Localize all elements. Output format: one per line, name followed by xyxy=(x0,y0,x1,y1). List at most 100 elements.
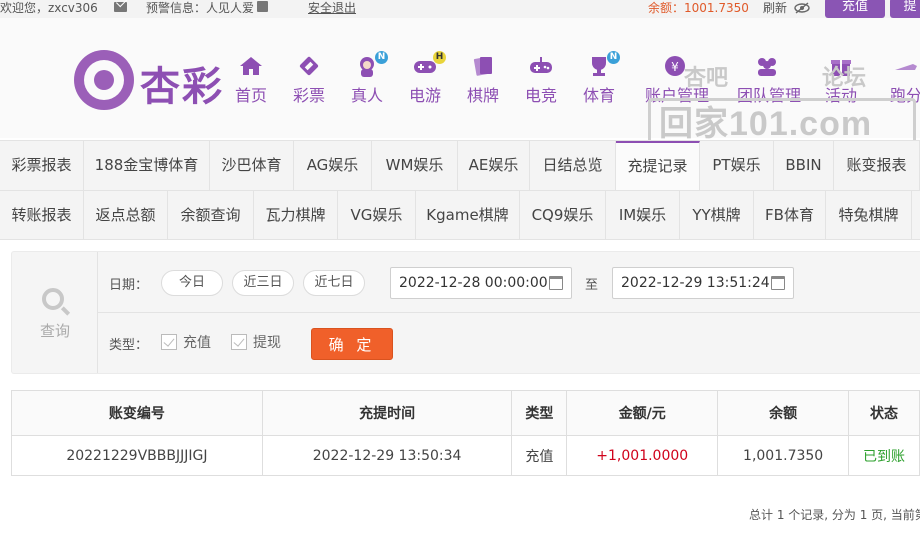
cell-time: 2022-12-29 13:50:34 xyxy=(261,435,513,476)
withdraw-button[interactable]: 提 xyxy=(890,0,920,18)
watermark-top-left: 杏吧 xyxy=(684,66,729,91)
end-date-input[interactable]: 2022-12-29 13:51:24 xyxy=(612,267,794,299)
nav-slots[interactable]: H 电游 xyxy=(397,51,453,106)
top-bar: 欢迎您，zxcv306 预警信息：人见人爱 安全退出 余额：1001.7350 … xyxy=(0,0,920,18)
tab-pt[interactable]: PT娱乐 xyxy=(700,141,774,190)
badge-new: N xyxy=(607,51,620,64)
trophy-icon: N xyxy=(584,51,620,80)
tab-wm[interactable]: WM娱乐 xyxy=(372,141,458,190)
table-header-row: 账变编号 充提时间 类型 金额/元 余额 状态 xyxy=(11,390,920,436)
nav-lottery[interactable]: 彩票 xyxy=(281,54,337,106)
pagination-summary: 总计 1 个记录, 分为 1 页, 当前第 xyxy=(749,508,920,522)
tab-wali[interactable]: 瓦力棋牌 xyxy=(254,191,338,240)
nav-label: 体育 xyxy=(582,86,615,105)
quick-7days-button[interactable]: 近七日 xyxy=(303,270,365,296)
tab-saba[interactable]: 沙巴体育 xyxy=(210,141,294,190)
tabs-row-1: 彩票报表 188金宝博体育 沙巴体育 AG娱乐 WM娱乐 AE娱乐 日结总览 充… xyxy=(0,141,920,191)
nav-label: 彩票 xyxy=(292,86,325,105)
nav-label: 电游 xyxy=(408,86,441,105)
type-recharge-label: 充值 xyxy=(183,335,211,351)
cell-amount: +1,001.0000 xyxy=(566,435,719,476)
report-tabs: 彩票报表 188金宝博体育 沙巴体育 AG娱乐 WM娱乐 AE娱乐 日结总览 充… xyxy=(0,140,920,240)
tab-recharge-records[interactable]: 充提记录 xyxy=(616,141,700,190)
badge-hot: H xyxy=(433,51,446,64)
tab-daily-summary[interactable]: 日结总览 xyxy=(530,141,616,190)
mail-icon[interactable] xyxy=(114,2,127,12)
team-icon xyxy=(752,54,782,80)
tab-ae[interactable]: AE娱乐 xyxy=(458,141,530,190)
tab-fb[interactable]: FB体育 xyxy=(754,191,826,240)
col-header-type: 类型 xyxy=(511,390,568,436)
notice-text: 预警信息：人见人爱 xyxy=(146,1,255,15)
col-header-id: 账变编号 xyxy=(11,390,263,436)
type-withdraw-checkbox[interactable]: 提现 xyxy=(231,332,281,352)
ticket-icon xyxy=(294,54,324,80)
calendar-icon[interactable] xyxy=(771,276,785,290)
nav-chess[interactable]: 棋牌 xyxy=(455,54,511,106)
type-withdraw-label: 提现 xyxy=(253,335,281,351)
brand-logo-icon[interactable] xyxy=(74,50,134,110)
edit-icon[interactable] xyxy=(257,1,268,12)
query-side: 查询 xyxy=(12,252,98,373)
recharge-button[interactable]: 充值 xyxy=(825,0,885,18)
cell-balance: 1,001.7350 xyxy=(717,435,850,476)
nav-label: 真人 xyxy=(350,86,383,105)
query-divider xyxy=(98,312,920,313)
tab-bbin[interactable]: BBIN xyxy=(774,141,834,190)
tab-ag[interactable]: AG娱乐 xyxy=(294,141,372,190)
type-recharge-checkbox[interactable]: 充值 xyxy=(161,332,211,352)
home-icon xyxy=(236,54,266,80)
search-icon xyxy=(42,288,64,310)
badge-new: N xyxy=(375,51,388,64)
cell-status: 已到账 xyxy=(848,435,920,476)
col-header-status: 状态 xyxy=(848,390,920,436)
brand-name[interactable]: 杏彩 xyxy=(140,54,224,112)
nav-label: 电竞 xyxy=(524,86,557,105)
col-header-balance: 余额 xyxy=(717,390,850,436)
tab-balance-query[interactable]: 余额查询 xyxy=(168,191,254,240)
query-caption: 查询 xyxy=(39,322,70,340)
tab-yy[interactable]: YY棋牌 xyxy=(680,191,754,240)
tab-transfer-report[interactable]: 转账报表 xyxy=(0,191,84,240)
tab-rebate-total[interactable]: 返点总额 xyxy=(84,191,168,240)
start-date-value: 2022-12-28 00:00:00 xyxy=(399,275,548,291)
tab-188bet[interactable]: 188金宝博体育 xyxy=(84,141,210,190)
watermark-top-right: 论坛 xyxy=(822,66,867,91)
start-date-input[interactable]: 2022-12-28 00:00:00 xyxy=(390,267,572,299)
cell-id: 20221229VBBBJJJIGJ xyxy=(11,435,263,476)
tab-kgame[interactable]: Kgame棋牌 xyxy=(416,191,520,240)
tab-vg[interactable]: VG娱乐 xyxy=(338,191,416,240)
gamepad-icon: H xyxy=(410,51,446,80)
tab-cq9[interactable]: CQ9娱乐 xyxy=(520,191,606,240)
calendar-icon[interactable] xyxy=(549,276,563,290)
quick-3days-button[interactable]: 近三日 xyxy=(232,270,294,296)
eye-off-icon[interactable] xyxy=(794,2,810,18)
type-label: 类型： xyxy=(109,338,149,353)
tab-im[interactable]: IM娱乐 xyxy=(606,191,680,240)
confirm-button[interactable]: 确 定 xyxy=(311,328,393,360)
dealer-icon: N xyxy=(352,51,388,80)
tab-tetu[interactable]: 特兔棋牌 xyxy=(826,191,912,240)
col-header-amount: 金额/元 xyxy=(566,390,719,436)
nav-live[interactable]: N 真人 xyxy=(339,51,395,106)
tab-account-change[interactable]: 账变报表 xyxy=(834,141,920,190)
cards-icon xyxy=(468,54,498,80)
logout-link[interactable]: 安全退出 xyxy=(308,0,356,16)
checkbox-icon[interactable] xyxy=(161,334,177,350)
quick-today-button[interactable]: 今日 xyxy=(161,270,223,296)
date-label: 日期： xyxy=(109,278,149,293)
nav-esports[interactable]: 电竞 xyxy=(513,54,569,106)
end-date-value: 2022-12-29 13:51:24 xyxy=(621,275,770,291)
nav-home[interactable]: 首页 xyxy=(223,54,279,106)
refresh-link[interactable]: 刷新 xyxy=(763,0,787,16)
balance-text: 余额：1001.7350 xyxy=(648,1,749,15)
tab-lottery-report[interactable]: 彩票报表 xyxy=(0,141,84,190)
nav-label: 棋牌 xyxy=(466,86,499,105)
site-header: 杏彩 首页 彩票 N 真人 H 电游 棋牌 电竞 N 体育 ¥ 账户管理 团队管… xyxy=(0,18,920,150)
run-icon xyxy=(891,54,920,80)
checkbox-icon[interactable] xyxy=(231,334,247,350)
controller-icon xyxy=(526,54,556,80)
table-row: 20221229VBBBJJJIGJ 2022-12-29 13:50:34 充… xyxy=(11,435,920,476)
nav-sports[interactable]: N 体育 xyxy=(571,51,627,106)
tabs-row-2: 转账报表 返点总额 余额查询 瓦力棋牌 VG娱乐 Kgame棋牌 CQ9娱乐 I… xyxy=(0,191,920,241)
